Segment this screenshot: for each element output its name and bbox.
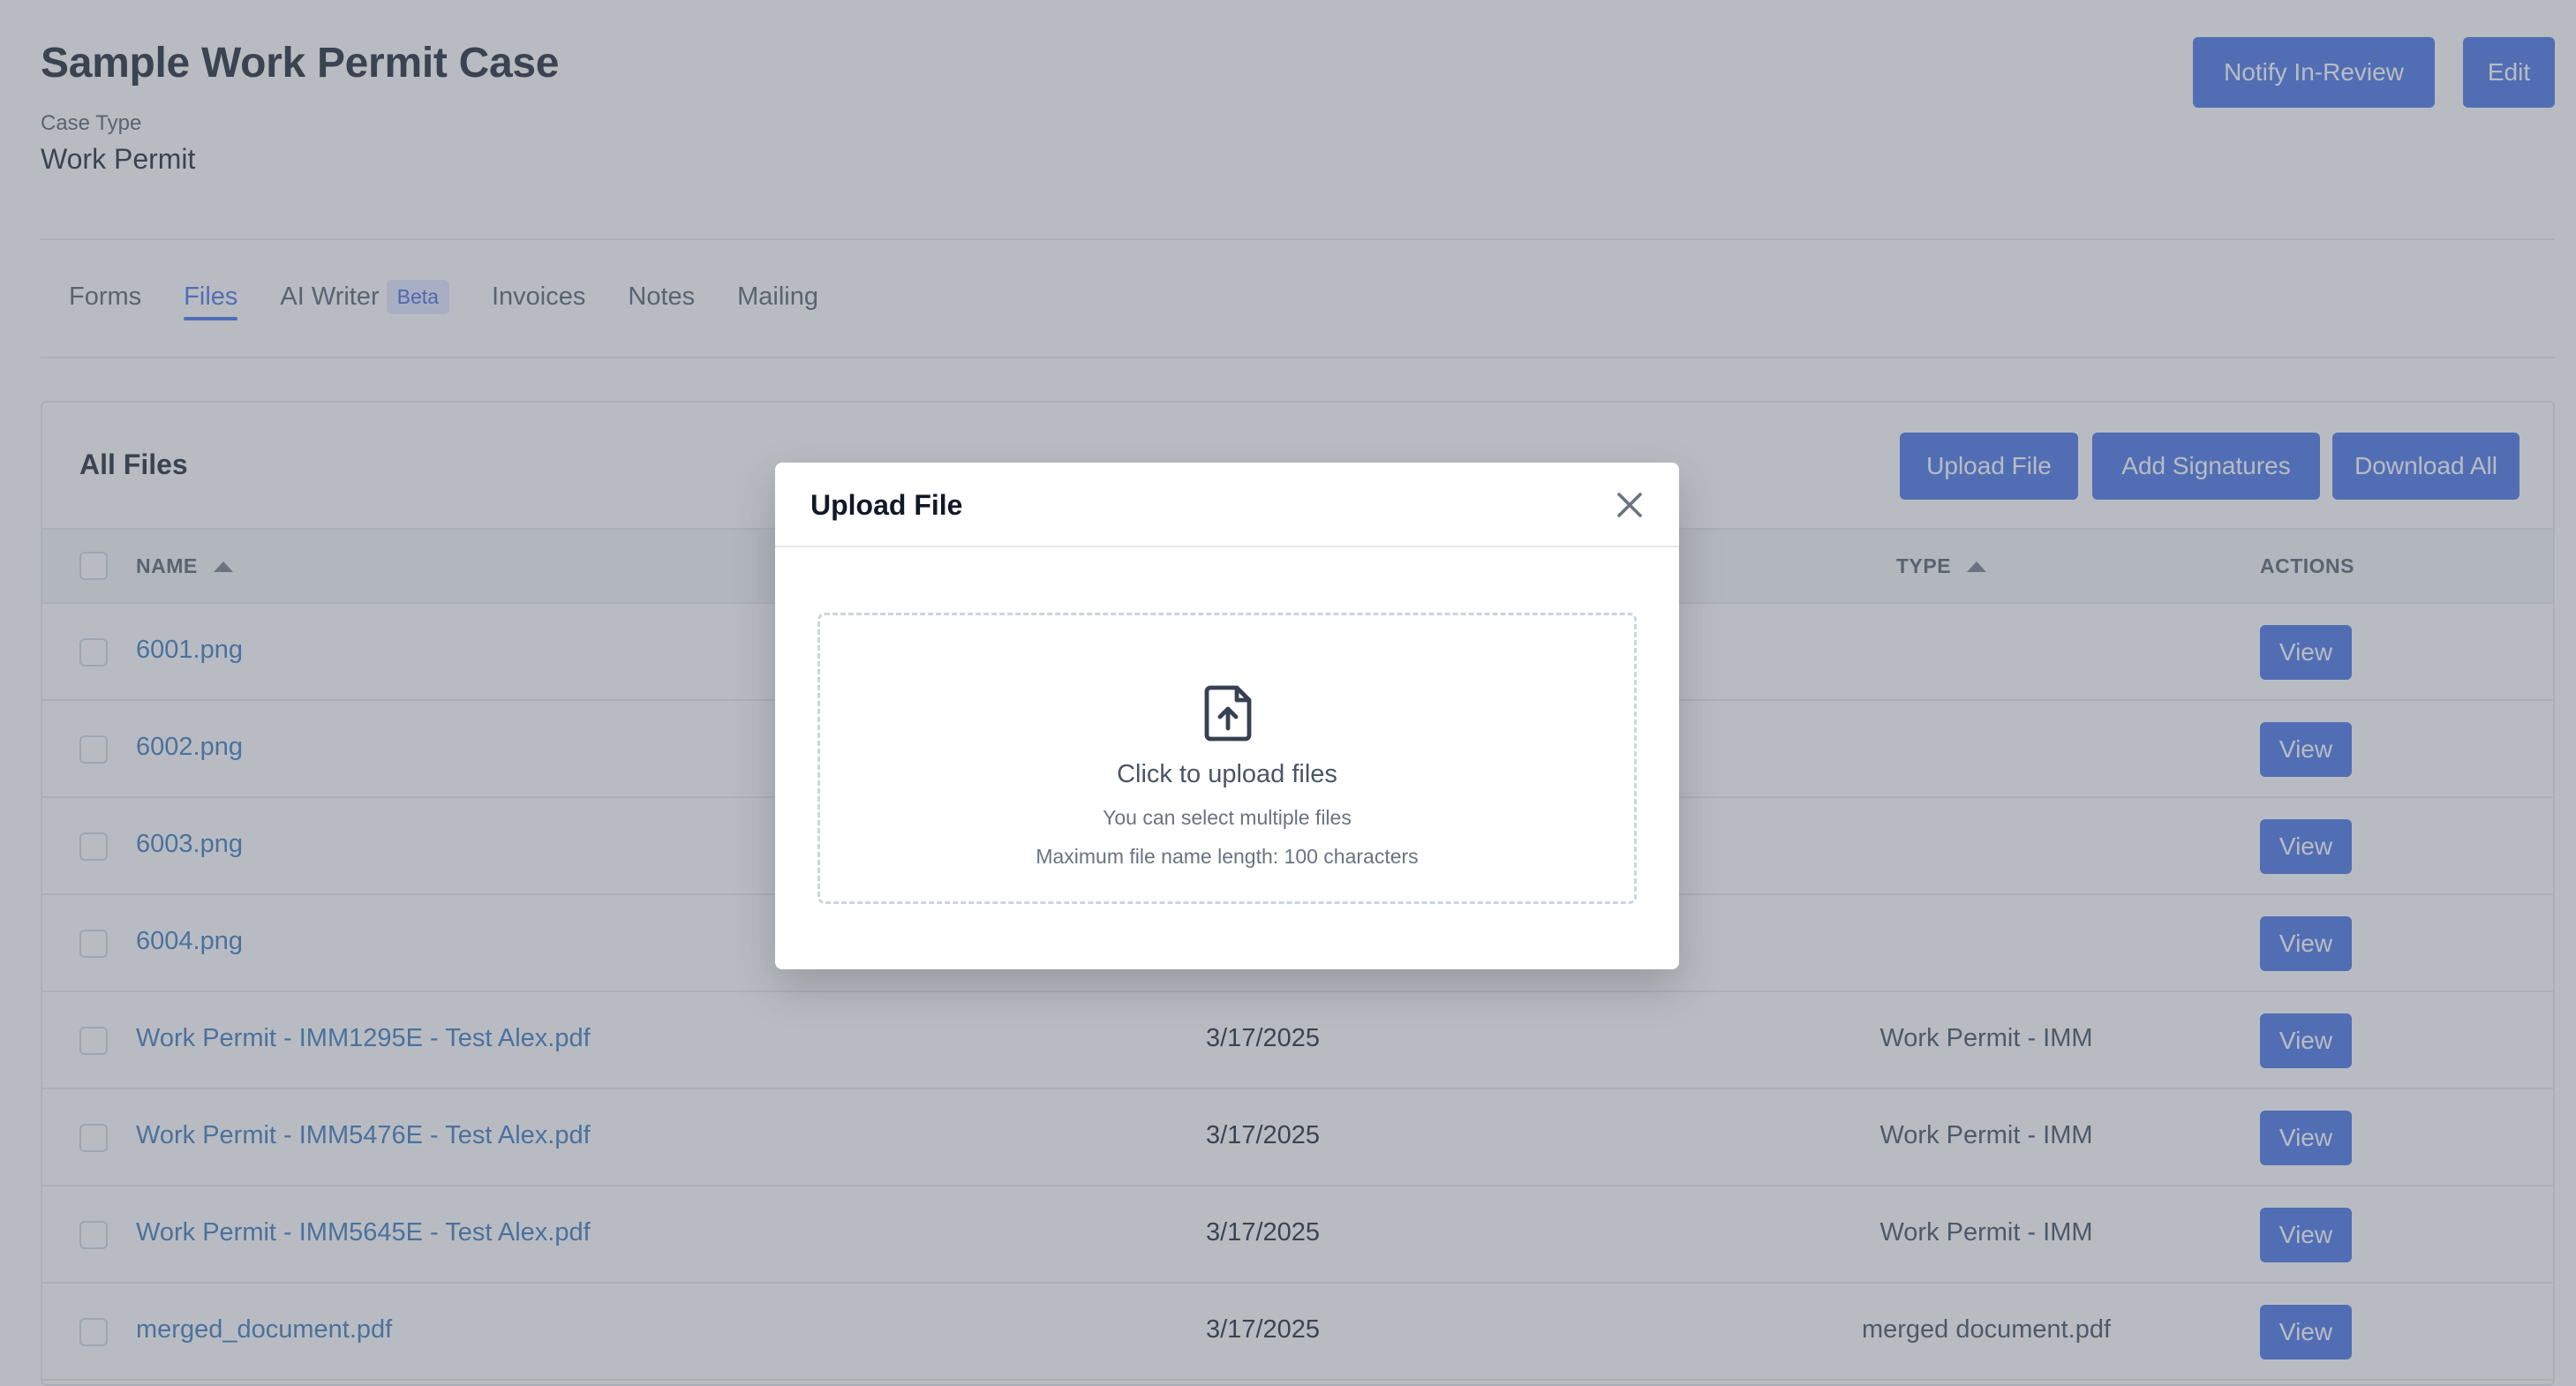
file-dropzone[interactable]: Click to upload files You can select mul… [817,613,1637,904]
app-root: Sample Work Permit Case Case Type Work P… [0,0,2576,1386]
file-upload-icon [1204,685,1252,742]
close-icon[interactable] [1614,489,1646,521]
modal-title: Upload File [810,489,963,521]
dropzone-hint-length: Maximum file name length: 100 characters [1036,845,1419,868]
dropzone-hint-multiple: You can select multiple files [1103,806,1352,829]
dropzone-main-text: Click to upload files [1117,760,1337,788]
modal-header: Upload File [775,463,1679,547]
upload-file-modal: Upload File Click to upload files You ca… [775,463,1679,969]
